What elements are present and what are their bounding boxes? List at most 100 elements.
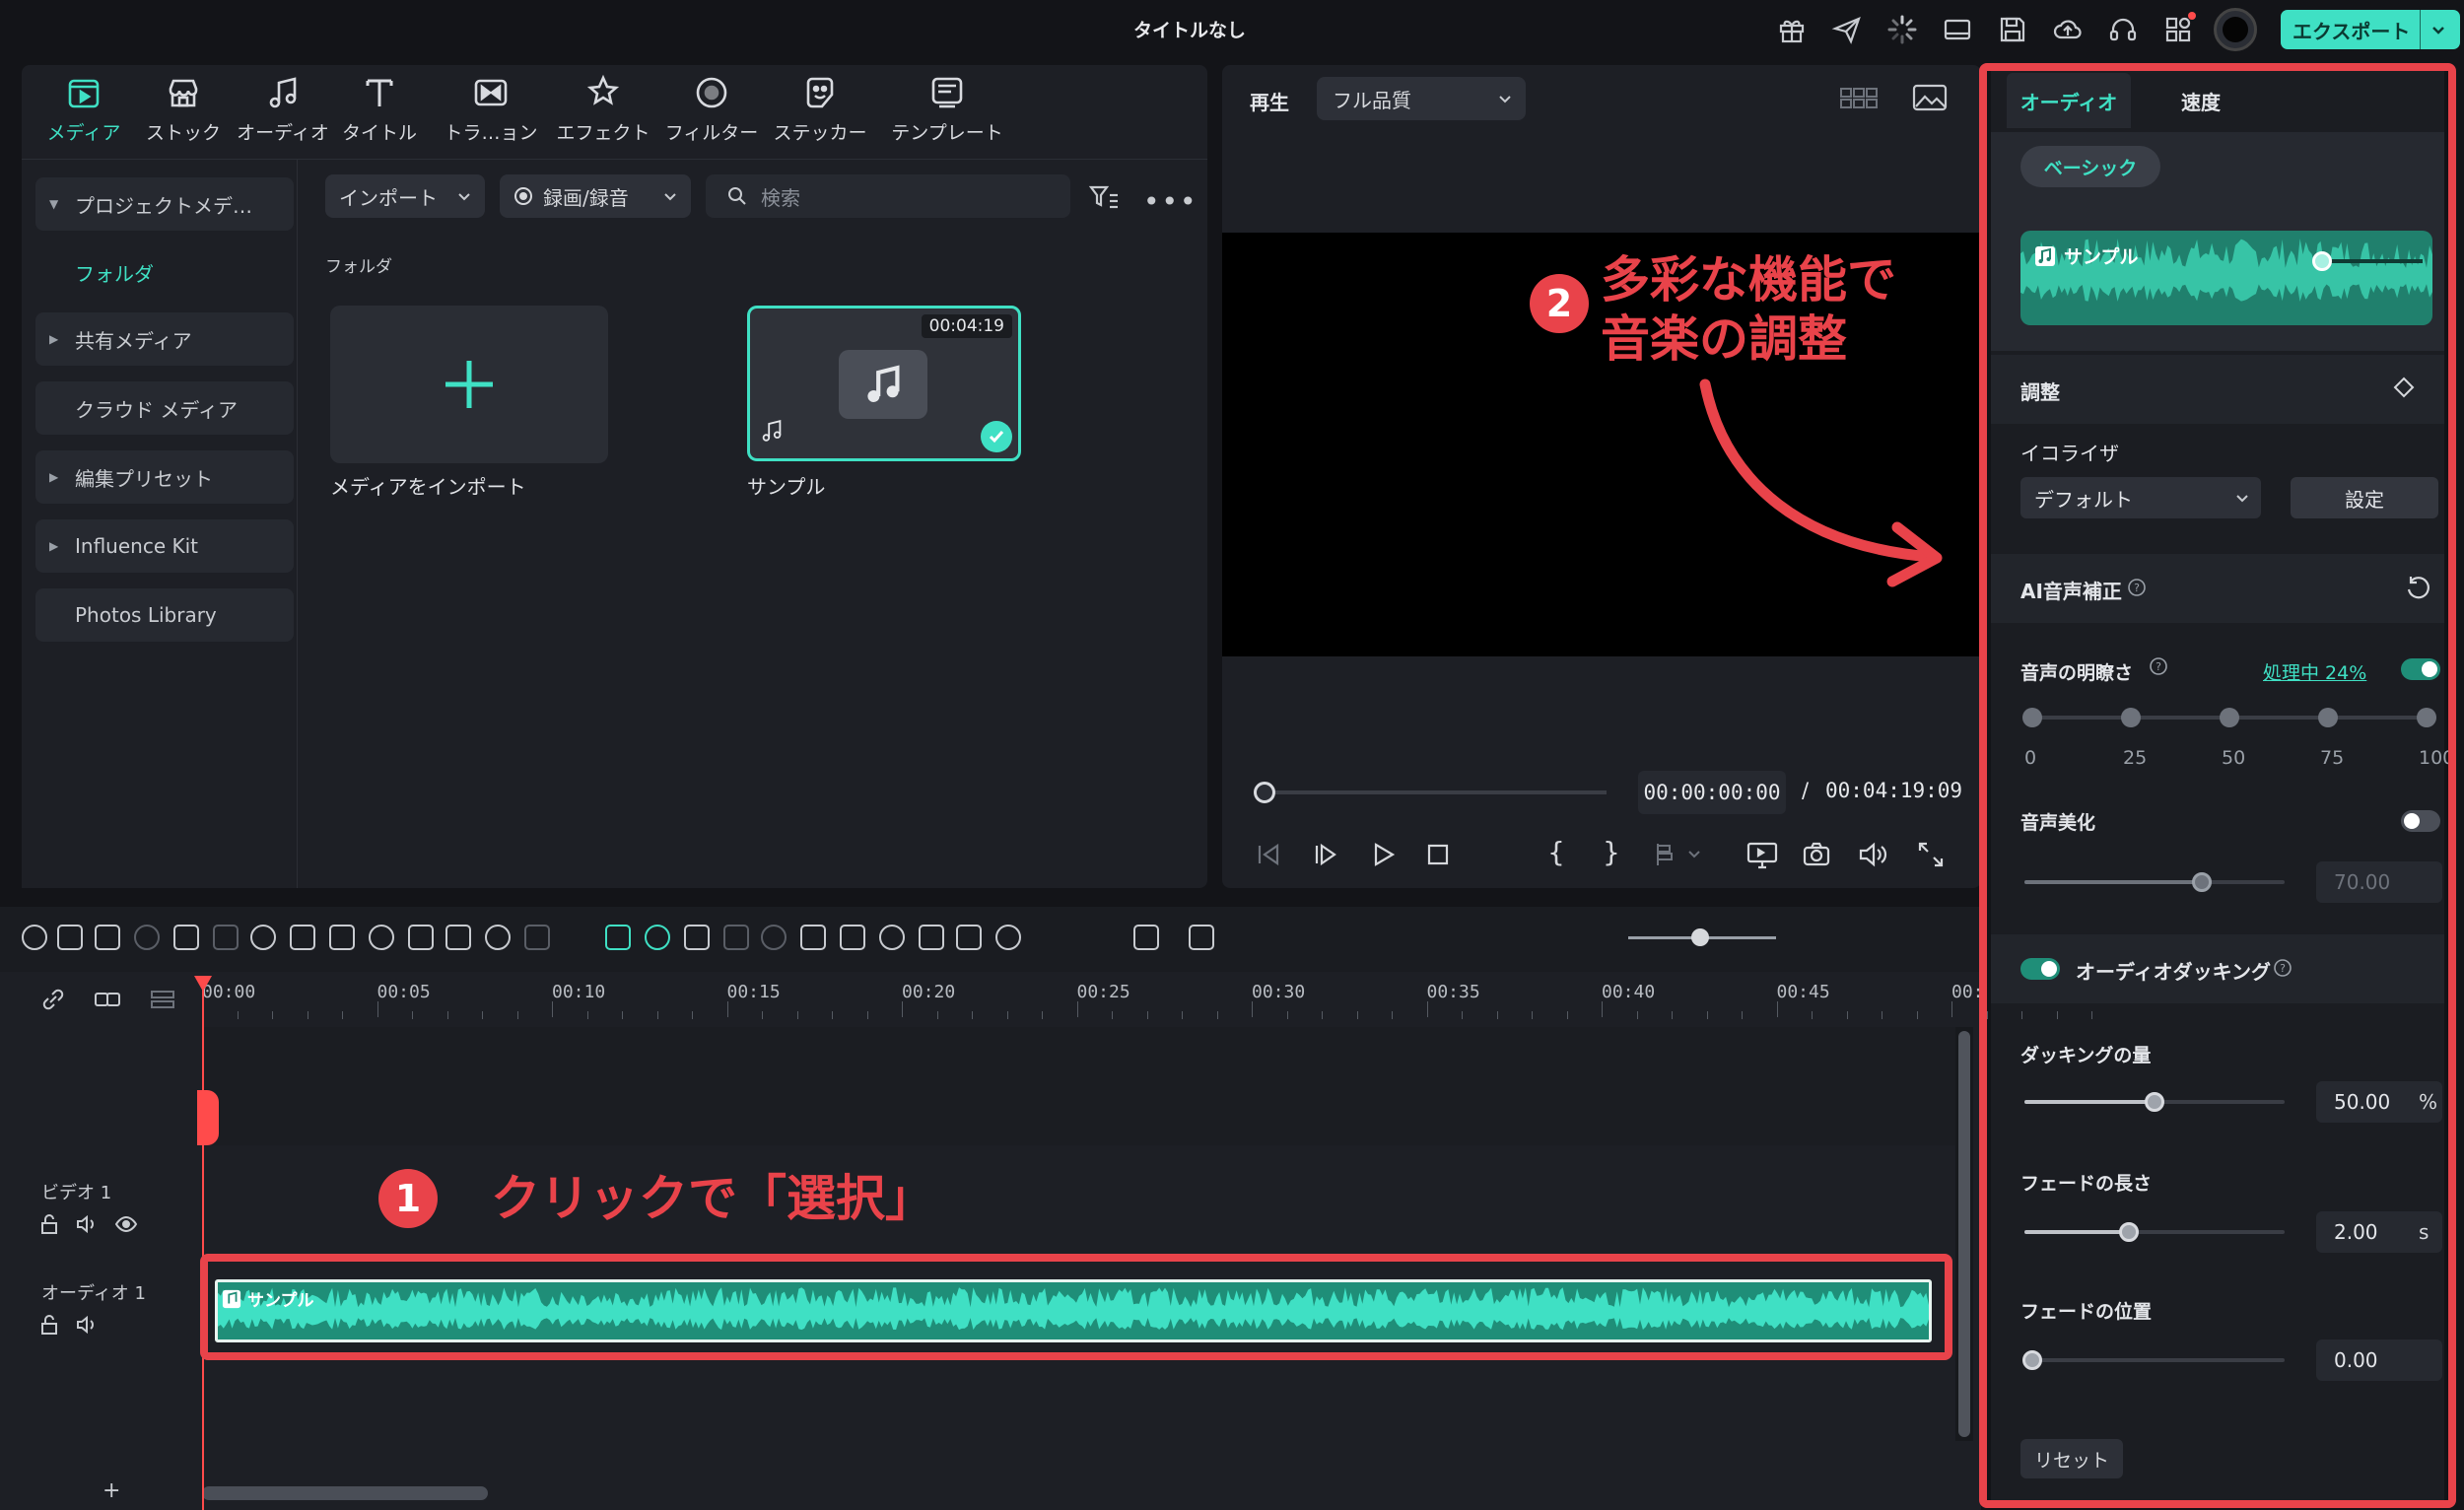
sidebar-item-influence-kit[interactable]: ▶ Influence Kit bbox=[35, 519, 294, 573]
shield-icon[interactable] bbox=[800, 925, 826, 950]
layout-grid-icon[interactable] bbox=[22, 925, 47, 950]
filter-icon bbox=[696, 77, 727, 108]
sidebar-item-project-media[interactable]: ▼ プロジェクトメデ… bbox=[35, 177, 294, 231]
split-icon[interactable] bbox=[645, 925, 670, 950]
image-snapshot-icon[interactable] bbox=[1912, 83, 1948, 112]
timeline-v-scrollbar[interactable] bbox=[1955, 1027, 1973, 1441]
next-frame-icon[interactable] bbox=[1311, 840, 1340, 869]
apps-icon[interactable] bbox=[2162, 12, 2196, 45]
audio-edit-icon[interactable] bbox=[250, 925, 276, 950]
lock-icon[interactable] bbox=[37, 1212, 61, 1236]
timer-icon[interactable] bbox=[485, 925, 511, 950]
send-icon[interactable] bbox=[1831, 14, 1863, 45]
sidebar-item-label: プロジェクトメデ… bbox=[75, 193, 252, 218]
zoom-slider-knob[interactable] bbox=[1691, 928, 1709, 946]
tab-stock[interactable]: ストック bbox=[129, 73, 238, 156]
zoom-in-icon[interactable] bbox=[1133, 925, 1159, 950]
stop-icon[interactable] bbox=[1423, 840, 1453, 869]
sidebar-item-folder[interactable]: フォルダ bbox=[75, 258, 154, 287]
save-icon[interactable] bbox=[1997, 14, 2028, 45]
export-button[interactable]: エクスポート bbox=[2281, 10, 2460, 49]
search-icon bbox=[728, 187, 746, 205]
tab-sticker[interactable]: ステッカー bbox=[766, 73, 874, 156]
sync-icon[interactable] bbox=[684, 925, 710, 950]
ai-cut-icon[interactable] bbox=[723, 925, 749, 950]
link-icon[interactable] bbox=[39, 986, 67, 1013]
playhead-marker-tab[interactable] bbox=[197, 1090, 219, 1145]
fullscreen-icon[interactable] bbox=[1916, 840, 1946, 869]
sidebar-item-cloud-media[interactable]: クラウド メディア bbox=[35, 381, 294, 435]
select-arrow-icon[interactable] bbox=[57, 925, 83, 950]
music-list-icon[interactable] bbox=[879, 925, 905, 950]
quality-dropdown[interactable]: フル品質 bbox=[1317, 77, 1526, 120]
delete-icon[interactable] bbox=[173, 925, 199, 950]
play-circle-icon[interactable] bbox=[761, 925, 787, 950]
playhead[interactable] bbox=[202, 976, 204, 1510]
search-input[interactable]: 検索 bbox=[706, 174, 1070, 218]
filter-sort-icon[interactable] bbox=[1088, 181, 1120, 213]
sidebar-item-edit-presets[interactable]: ▶ 編集プリセット bbox=[35, 450, 294, 504]
caret-right-icon: ▶ bbox=[49, 332, 59, 346]
camera-icon[interactable] bbox=[1802, 840, 1831, 869]
import-dropdown[interactable]: インポート bbox=[325, 174, 485, 218]
display-icon[interactable] bbox=[1746, 840, 1778, 869]
ai-icon[interactable] bbox=[445, 925, 471, 950]
tab-transition[interactable]: トラ…ョン bbox=[437, 73, 545, 156]
timeline-h-scrollbar[interactable] bbox=[202, 1486, 488, 1500]
tab-filter[interactable]: フィルター bbox=[657, 73, 766, 156]
screen-icon[interactable] bbox=[919, 925, 944, 950]
play-icon[interactable] bbox=[1368, 840, 1398, 869]
group-icon[interactable] bbox=[93, 986, 122, 1013]
add-track-button[interactable]: + bbox=[103, 1478, 120, 1503]
video-track-lane bbox=[202, 1149, 1956, 1258]
color-icon[interactable] bbox=[408, 925, 434, 950]
import-media-tile[interactable] bbox=[330, 306, 608, 463]
preview-scrubber[interactable] bbox=[1264, 790, 1607, 794]
cloud-upload-icon[interactable] bbox=[2052, 14, 2084, 45]
crop-icon[interactable] bbox=[329, 925, 355, 950]
grid-view-icon[interactable] bbox=[1839, 83, 1879, 112]
tab-template[interactable]: テンプレート bbox=[883, 73, 1011, 156]
keyframe-icon[interactable] bbox=[524, 925, 550, 950]
lock-icon[interactable] bbox=[37, 1313, 61, 1337]
grid-handle-icon[interactable] bbox=[1189, 925, 1214, 950]
profile-avatar[interactable] bbox=[2214, 8, 2257, 51]
tab-title[interactable]: タイトル bbox=[325, 73, 434, 156]
record-dropdown[interactable]: 録画/録音 bbox=[500, 174, 691, 218]
tab-media[interactable]: メディア bbox=[30, 73, 138, 156]
check-icon bbox=[981, 421, 1012, 452]
undo-icon[interactable] bbox=[95, 925, 120, 950]
marker-icon[interactable] bbox=[1654, 840, 1703, 869]
prev-frame-icon[interactable] bbox=[1254, 840, 1283, 869]
eye-icon[interactable] bbox=[114, 1212, 138, 1236]
zoom-out-icon[interactable] bbox=[995, 925, 1021, 950]
fit-icon[interactable] bbox=[956, 925, 982, 950]
tab-audio[interactable]: オーディオ bbox=[229, 73, 337, 156]
sidebar-item-photos-library[interactable]: Photos Library bbox=[35, 588, 294, 642]
layout-icon[interactable] bbox=[1942, 14, 1973, 45]
tab-effect[interactable]: エフェクト bbox=[549, 73, 657, 156]
mark-in-icon[interactable]: { bbox=[1547, 836, 1565, 868]
transition-icon bbox=[474, 79, 508, 106]
gift-icon[interactable] bbox=[1776, 14, 1808, 45]
speaker-icon[interactable] bbox=[75, 1313, 99, 1337]
ai-face-icon[interactable] bbox=[605, 925, 631, 950]
mark-out-icon[interactable]: } bbox=[1603, 836, 1620, 868]
media-tab-bar: メディア ストック オーディオ タイトル トラ…ョン エフェクト フィルター ス… bbox=[22, 65, 1207, 160]
timeline-ruler[interactable]: 00:00 00:05 00:10 00:15 00:20 00:25 00:30 00:35… bbox=[202, 976, 2092, 1027]
microphone-icon[interactable] bbox=[840, 925, 865, 950]
headset-icon[interactable] bbox=[2107, 14, 2139, 45]
track-manage-icon[interactable] bbox=[148, 986, 177, 1013]
more-menu-icon[interactable]: ••• bbox=[1143, 185, 1198, 218]
ruler-tick-label: 00:00 bbox=[202, 982, 256, 1002]
sample-media-tile[interactable]: 00:04:19 bbox=[747, 306, 1021, 461]
scrubber-knob[interactable] bbox=[1254, 782, 1275, 803]
text-icon[interactable] bbox=[290, 925, 315, 950]
sidebar-item-shared-media[interactable]: ▶ 共有メディア bbox=[35, 312, 294, 366]
scissors-icon[interactable] bbox=[213, 925, 239, 950]
redo-icon[interactable] bbox=[134, 925, 160, 950]
speaker-icon[interactable] bbox=[75, 1212, 99, 1236]
volume-icon[interactable] bbox=[1857, 840, 1888, 869]
current-time: 00:00:00:00 bbox=[1638, 771, 1786, 814]
speed-icon[interactable] bbox=[369, 925, 394, 950]
